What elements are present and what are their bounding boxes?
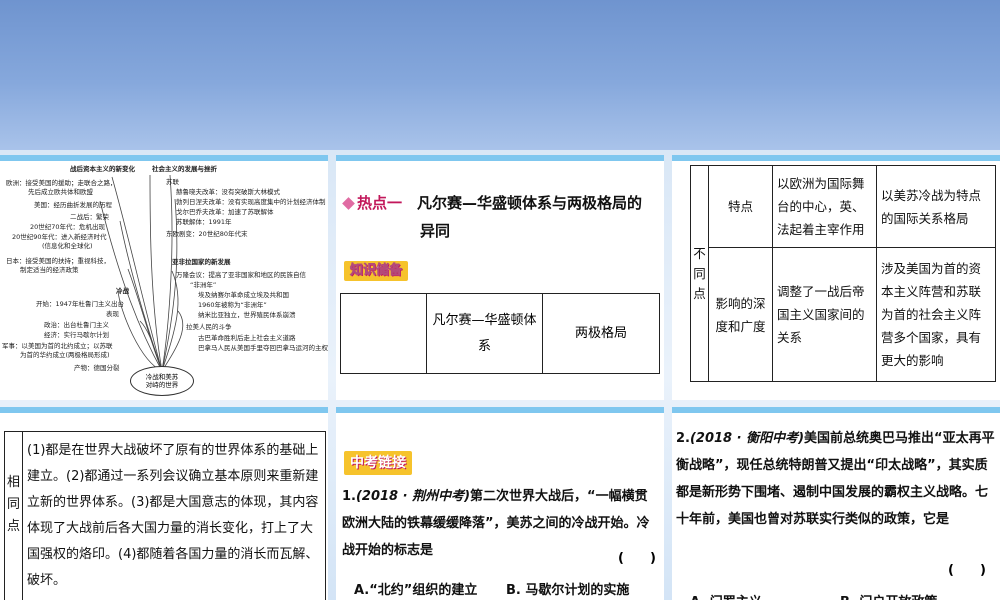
difference-group-label: 不同点 bbox=[690, 165, 709, 382]
mindmap-left-item: 日本：接受美国的扶持；重视科技， bbox=[6, 257, 110, 265]
mindmap-cold-item: 开始：1947年杜鲁门主义出台 bbox=[36, 300, 125, 308]
mindmap-left-item: (信息化和全球化) bbox=[42, 242, 93, 250]
mindmap-left-item: 先后成立欧共体和欧盟 bbox=[28, 188, 93, 196]
similarity-label-text: 相同点 bbox=[6, 475, 20, 534]
table-header-cell bbox=[340, 293, 427, 374]
mindmap-soc-item: 戈尔巴乔夫改革：加速了苏联解体 bbox=[176, 208, 274, 216]
mindmap-left-item: 欧洲：接受美国的援助；走联合之路， bbox=[6, 179, 117, 187]
mindmap-asia-item: 古巴革命胜利后走上社会主义道路 bbox=[198, 334, 296, 342]
mindmap-cold-item: 政治：出台杜鲁门主义 bbox=[44, 321, 109, 329]
difference-table: 不同点 特点 以欧洲为国际舞台的中心，英、法起着主宰作用 以美苏冷战为特点的国际… bbox=[690, 165, 996, 382]
mindmap-center-line: 对峙的世界 bbox=[145, 381, 179, 390]
top-banner bbox=[0, 0, 1000, 150]
mindmap-left-item: 二战后：繁荣 bbox=[70, 213, 109, 221]
mindmap-left-item: 制定适当的经济政策 bbox=[20, 266, 79, 274]
table-cell: 涉及美国为首的资本主义阵营和苏联为首的社会主义阵营多个国家，具有更大的影响 bbox=[876, 247, 996, 382]
mindmap-asia-item: “非洲年” bbox=[190, 281, 217, 289]
table-header-cell: 凡尔赛—华盛顿体系 bbox=[426, 293, 543, 374]
question-source: (2018 · 衡阳中考) bbox=[689, 431, 805, 446]
mindmap-cold-item: 表现 bbox=[106, 310, 119, 318]
table-cell: 以美苏冷战为特点的国际关系格局 bbox=[876, 165, 996, 248]
mindmap-soc-item: 东欧剧变：20世纪80年代末 bbox=[166, 230, 248, 238]
question-1: 1.(2018 · 荆州中考)第二次世界大战后，“一幅横贯欧洲大陆的铁幕缓缓降落… bbox=[342, 483, 660, 564]
answer-bracket[interactable]: ( ) bbox=[948, 559, 986, 578]
mindmap-left-item: 20世纪70年代：危机出现 bbox=[30, 223, 106, 231]
hot-point-panel: 热点一 凡尔赛—华盛顿体系与两极格局的 异同 知识储备 凡尔赛—华盛顿体系 两极… bbox=[336, 155, 664, 400]
option-a[interactable]: A.“北约”组织的建立 bbox=[354, 577, 477, 600]
mindmap-cold-item: 产物：德国分裂 bbox=[74, 364, 120, 372]
option-b[interactable]: B. 门户开放政策 bbox=[840, 589, 937, 600]
hot-point-title-line2: 异同 bbox=[420, 222, 451, 240]
mindmap-left-title: 战后资本主义的新变化 bbox=[70, 165, 135, 173]
option-a[interactable]: A. 门罗主义 bbox=[690, 589, 762, 600]
similarity-label: 相同点 bbox=[4, 431, 23, 600]
mindmap-asia-item: 万隆会议：提高了亚非国家和地区的民族自信 bbox=[176, 271, 306, 279]
mindmap-cold-title: 冷战 bbox=[116, 287, 129, 295]
mindmap-cold-item: 军事：以美国为首的北约成立；以苏联 bbox=[2, 342, 113, 350]
comparison-panel: 不同点 特点 以欧洲为国际舞台的中心，英、法起着主宰作用 以美苏冷战为特点的国际… bbox=[672, 155, 1000, 400]
mindmap-asia-item: 拉美人民的斗争 bbox=[186, 323, 232, 331]
similarity-table: 相同点 (1)都是在世界大战破坏了原有的世界体系的基础上建立。(2)都通过一系列… bbox=[4, 431, 326, 600]
question-number: 2. bbox=[676, 431, 690, 446]
similarity-text: (1)都是在世界大战破坏了原有的世界体系的基础上建立。(2)都通过一系列会议确立… bbox=[22, 431, 326, 600]
hot-point-title-line1: 凡尔赛—华盛顿体系与两极格局的 bbox=[417, 194, 643, 212]
mindmap-cold-item: 经济：实行马歇尔计划 bbox=[44, 331, 109, 339]
answer-bracket[interactable]: ( ) bbox=[618, 547, 656, 566]
diamond-icon bbox=[342, 197, 355, 210]
exam-link-panel: 中考链接 1.(2018 · 荆州中考)第二次世界大战后，“一幅横贯欧洲大陆的铁… bbox=[336, 407, 664, 600]
mindmap-soc-item: 苏联 bbox=[166, 178, 179, 186]
knowledge-badge: 知识储备 bbox=[344, 261, 409, 281]
mindmap-soc-title: 社会主义的发展与挫折 bbox=[152, 165, 217, 173]
question-number: 1. bbox=[342, 489, 356, 504]
mindmap-asia-item: 巴拿马人民从美国手里夺回巴拿马运河的主权 bbox=[198, 344, 328, 352]
mindmap-asia-title: 亚非拉国家的新发展 bbox=[172, 258, 231, 266]
hot-point-tag: 热点一 bbox=[357, 194, 403, 212]
mindmap-asia-item: 纳米比亚独立，世界殖民体系崩溃 bbox=[198, 311, 296, 319]
difference-group-label-text: 不同点 bbox=[693, 245, 706, 301]
table-header-cell: 两极格局 bbox=[542, 293, 660, 374]
mindmap-asia-item: 1960年被称为“非洲年” bbox=[198, 301, 267, 309]
mindmap-left-item: 20世纪90年代：进入新经济时代 bbox=[12, 233, 107, 241]
mindmap-left-item: 美国：经历曲折发展的历程 bbox=[34, 201, 112, 209]
mindmap-asia-item: 埃及纳赛尔革命成立埃及共和国 bbox=[198, 291, 289, 299]
mindmap-soc-item: 赫鲁晓夫改革：没有突破斯大林模式 bbox=[176, 188, 280, 196]
row-label: 影响的深度和广度 bbox=[708, 247, 773, 382]
question-2: 2.(2018 · 衡阳中考)美国前总统奥巴马推出“亚太再平衡战略”，现任总统特… bbox=[676, 425, 996, 533]
similarity-panel: 相同点 (1)都是在世界大战破坏了原有的世界体系的基础上建立。(2)都通过一系列… bbox=[0, 407, 328, 600]
table-cell: 以欧洲为国际舞台的中心，英、法起着主宰作用 bbox=[772, 165, 877, 248]
exam-link-badge: 中考链接 bbox=[344, 451, 412, 475]
mindmap-panel: 战后资本主义的新变化 欧洲：接受美国的援助；走联合之路， 先后成立欧共体和欧盟 … bbox=[0, 155, 328, 400]
question-2-panel: 2.(2018 · 衡阳中考)美国前总统奥巴马推出“亚太再平衡战略”，现任总统特… bbox=[672, 407, 1000, 600]
mindmap-soc-item: 苏联解体：1991年 bbox=[176, 218, 232, 226]
row-label: 特点 bbox=[708, 165, 773, 248]
option-b[interactable]: B. 马歇尔计划的实施 bbox=[506, 577, 629, 600]
mindmap-soc-item: 勃列日涅夫改革：没有实现高度集中的计划经济体制 bbox=[176, 198, 326, 206]
mindmap-branches bbox=[99, 174, 184, 372]
table-cell: 调整了一战后帝国主义国家间的关系 bbox=[772, 247, 877, 382]
hot-point-title: 热点一 凡尔赛—华盛顿体系与两极格局的 异同 bbox=[342, 189, 664, 245]
mindmap-cold-item: 为首的华约成立(两极格局形成) bbox=[20, 351, 110, 359]
mindmap-center: 冷战和美苏 对峙的世界 bbox=[130, 366, 194, 396]
question-source: (2018 · 荆州中考) bbox=[355, 489, 471, 504]
knowledge-table: 凡尔赛—华盛顿体系 两极格局 bbox=[340, 293, 660, 374]
